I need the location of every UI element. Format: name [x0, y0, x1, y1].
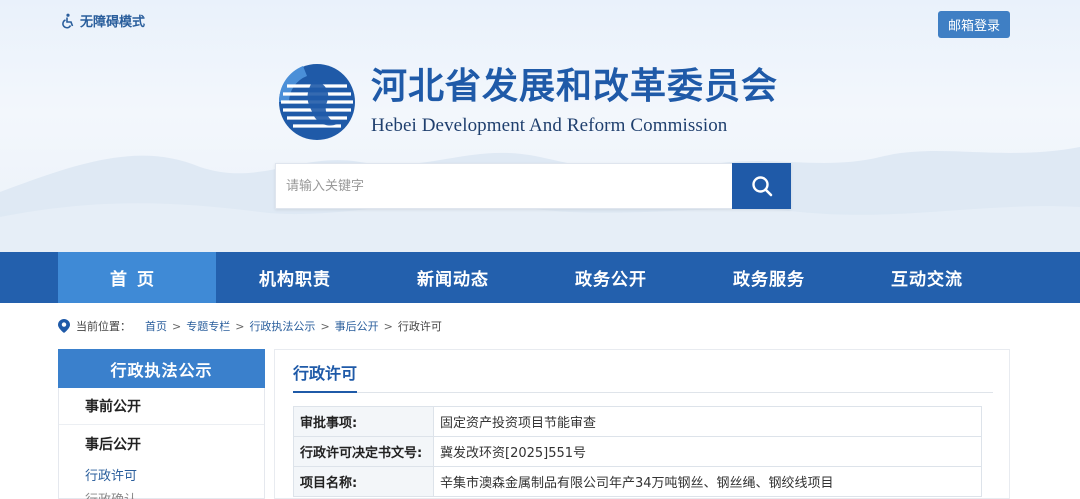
breadcrumb-special-topics[interactable]: 专题专栏: [186, 318, 230, 334]
wheelchair-icon: [62, 13, 74, 28]
row-value: 冀发改环资[2025]551号: [433, 436, 982, 467]
site-title-cn: 河北省发展和改革委员会: [371, 66, 779, 107]
row-value: 辛集市澳森金属制品有限公司年产34万吨钢丝、钢丝绳、钢绞线项目: [433, 466, 982, 497]
breadcrumb-separator: >: [383, 319, 393, 333]
sidebar: 行政执法公示 事前公开 事后公开 行政许可 行政确认: [58, 349, 265, 499]
sidebar-subitem-admin-confirmation[interactable]: 行政确认: [59, 486, 264, 499]
breadcrumb: 当前位置： 首页 > 专题专栏 > 行政执法公示 > 事后公开 > 行政许可: [58, 318, 442, 334]
search-input[interactable]: [275, 163, 732, 209]
main-nav: 首页 机构职责 新闻动态 政务公开 政务服务 互动交流: [0, 252, 1080, 303]
sidebar-item-post-disclosure[interactable]: 事后公开: [59, 425, 264, 462]
location-pin-icon: [58, 319, 70, 333]
breadcrumb-label: 当前位置：: [76, 320, 131, 333]
table-row: 项目名称: 辛集市澳森金属制品有限公司年产34万吨钢丝、钢丝绳、钢绞线项目: [293, 466, 982, 497]
search-bar: [275, 163, 791, 209]
breadcrumb-separator: >: [172, 319, 182, 333]
breadcrumb-enforcement-disclosure[interactable]: 行政执法公示: [249, 318, 315, 334]
breadcrumb-home[interactable]: 首页: [145, 318, 167, 334]
sidebar-subitem-admin-license[interactable]: 行政许可: [59, 462, 264, 486]
nav-item-services[interactable]: 政务服务: [690, 252, 848, 303]
table-row: 审批事项: 固定资产投资项目节能审查: [293, 406, 982, 437]
content-panel: 行政许可 审批事项: 固定资产投资项目节能审查 行政许可决定书文号: 冀发改环资…: [274, 349, 1010, 499]
site-logo[interactable]: 河北省发展和改革委员会 Hebei Development And Reform…: [273, 62, 778, 142]
breadcrumb-admin-license[interactable]: 行政许可: [398, 318, 442, 334]
breadcrumb-separator: >: [320, 319, 330, 333]
nav-item-news[interactable]: 新闻动态: [374, 252, 532, 303]
row-key: 审批事项:: [293, 406, 434, 437]
nav-item-organization[interactable]: 机构职责: [216, 252, 374, 303]
table-row: 行政许可决定书文号: 冀发改环资[2025]551号: [293, 436, 982, 467]
sidebar-item-pre-disclosure[interactable]: 事前公开: [59, 388, 264, 425]
breadcrumb-post-disclosure[interactable]: 事后公开: [335, 318, 379, 334]
accessibility-label: 无障碍模式: [80, 15, 146, 30]
emblem-icon: [278, 64, 355, 140]
content-title-row: 行政许可: [293, 363, 993, 393]
sidebar-heading: 行政执法公示: [58, 349, 265, 388]
nav-item-home[interactable]: 首页: [58, 252, 216, 303]
nav-item-interaction[interactable]: 互动交流: [848, 252, 1006, 303]
mail-login-button[interactable]: 邮箱登录: [938, 11, 1010, 38]
accessibility-mode-link[interactable]: 无障碍模式: [60, 11, 145, 30]
row-value: 固定资产投资项目节能审查: [433, 406, 982, 437]
row-key: 项目名称:: [293, 466, 434, 497]
license-info-table: 审批事项: 固定资产投资项目节能审查 行政许可决定书文号: 冀发改环资[2025…: [293, 406, 982, 497]
site-header: 无障碍模式 邮箱登录 河北省发展和改革委员会 Hebei Development…: [0, 0, 1080, 252]
search-icon: [751, 176, 772, 197]
search-button[interactable]: [732, 163, 791, 209]
content-title: 行政许可: [293, 363, 358, 393]
site-title-en: Hebei Development And Reform Commission: [371, 115, 728, 136]
nav-item-government-affairs[interactable]: 政务公开: [532, 252, 690, 303]
breadcrumb-separator: >: [235, 319, 245, 333]
row-key: 行政许可决定书文号:: [293, 436, 434, 467]
